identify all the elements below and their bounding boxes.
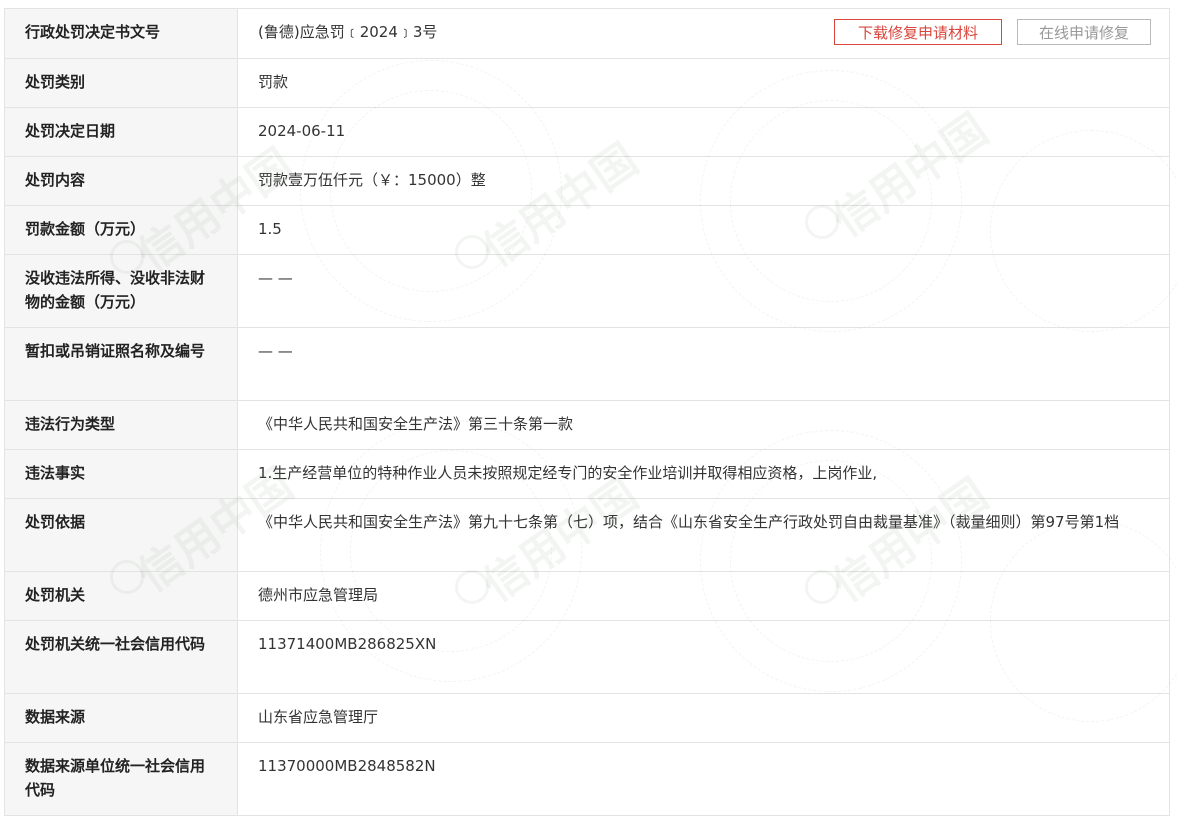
penalty-detail-panel: 行政处罚决定书文号 (鲁德)应急罚﹝2024﹞3号 下载修复申请材料 在线申请修… bbox=[4, 8, 1170, 816]
table-row: 处罚决定日期 2024-06-11 bbox=[4, 107, 1170, 157]
row-label-data-source: 数据来源 bbox=[4, 693, 238, 743]
table-row: 罚款金额（万元） 1.5 bbox=[4, 205, 1170, 255]
doc-number-text: (鲁德)应急罚﹝2024﹞3号 bbox=[258, 23, 438, 41]
table-row: 处罚依据 《中华人民共和国安全生产法》第九十七条第（七）项，结合《山东省安全生产… bbox=[4, 498, 1170, 572]
download-repair-materials-button[interactable]: 下载修复申请材料 bbox=[834, 19, 1002, 45]
table-row: 暂扣或吊销证照名称及编号 — — bbox=[4, 327, 1170, 401]
table-row: 处罚类别 罚款 bbox=[4, 58, 1170, 108]
row-value-violation-type: 《中华人民共和国安全生产法》第三十条第一款 bbox=[237, 400, 1170, 450]
row-label-license-revocation: 暂扣或吊销证照名称及编号 bbox=[4, 327, 238, 401]
row-value-violation-facts: 1.生产经营单位的特种作业人员未按照规定经专门的安全作业培训并取得相应资格，上岗… bbox=[237, 449, 1170, 499]
row-label-violation-facts: 违法事实 bbox=[4, 449, 238, 499]
row-value-confiscation-amount: — — bbox=[237, 254, 1170, 328]
row-value-doc-number: (鲁德)应急罚﹝2024﹞3号 下载修复申请材料 在线申请修复 bbox=[237, 8, 1170, 59]
table-row: 处罚内容 罚款壹万伍仟元（￥：15000）整 bbox=[4, 156, 1170, 206]
online-repair-application-button[interactable]: 在线申请修复 bbox=[1017, 19, 1151, 45]
row-value-decision-date: 2024-06-11 bbox=[237, 107, 1170, 157]
table-row: 没收违法所得、没收非法财物的金额（万元） — — bbox=[4, 254, 1170, 328]
row-label-authority-credit-code: 处罚机关统一社会信用代码 bbox=[4, 620, 238, 694]
row-value-source-credit-code: 11370000MB2848582N bbox=[237, 742, 1170, 816]
penalty-info-table: 行政处罚决定书文号 (鲁德)应急罚﹝2024﹞3号 下载修复申请材料 在线申请修… bbox=[4, 8, 1170, 816]
table-row: 数据来源单位统一社会信用代码 11370000MB2848582N bbox=[4, 742, 1170, 816]
table-row: 处罚机关 德州市应急管理局 bbox=[4, 571, 1170, 621]
row-value-license-revocation: — — bbox=[237, 327, 1170, 401]
table-row: 违法行为类型 《中华人民共和国安全生产法》第三十条第一款 bbox=[4, 400, 1170, 450]
row-label-penalty-content: 处罚内容 bbox=[4, 156, 238, 206]
row-label-penalty-type: 处罚类别 bbox=[4, 58, 238, 108]
row-label-penalty-basis: 处罚依据 bbox=[4, 498, 238, 572]
row-value-penalty-authority: 德州市应急管理局 bbox=[237, 571, 1170, 621]
row-value-data-source: 山东省应急管理厅 bbox=[237, 693, 1170, 743]
row-label-source-credit-code: 数据来源单位统一社会信用代码 bbox=[4, 742, 238, 816]
row-value-penalty-type: 罚款 bbox=[237, 58, 1170, 108]
row-value-penalty-basis: 《中华人民共和国安全生产法》第九十七条第（七）项，结合《山东省安全生产行政处罚自… bbox=[237, 498, 1170, 572]
row-label-doc-number: 行政处罚决定书文号 bbox=[4, 8, 238, 59]
row-label-penalty-authority: 处罚机关 bbox=[4, 571, 238, 621]
row-value-fine-amount: 1.5 bbox=[237, 205, 1170, 255]
row-label-decision-date: 处罚决定日期 bbox=[4, 107, 238, 157]
row-label-confiscation-amount: 没收违法所得、没收非法财物的金额（万元） bbox=[4, 254, 238, 328]
row-value-penalty-content: 罚款壹万伍仟元（￥：15000）整 bbox=[237, 156, 1170, 206]
table-row: 行政处罚决定书文号 (鲁德)应急罚﹝2024﹞3号 下载修复申请材料 在线申请修… bbox=[4, 8, 1170, 59]
row-label-fine-amount: 罚款金额（万元） bbox=[4, 205, 238, 255]
row-label-violation-type: 违法行为类型 bbox=[4, 400, 238, 450]
table-row: 处罚机关统一社会信用代码 11371400MB286825XN bbox=[4, 620, 1170, 694]
row-value-authority-credit-code: 11371400MB286825XN bbox=[237, 620, 1170, 694]
table-row: 数据来源 山东省应急管理厅 bbox=[4, 693, 1170, 743]
table-row: 违法事实 1.生产经营单位的特种作业人员未按照规定经专门的安全作业培训并取得相应… bbox=[4, 449, 1170, 499]
